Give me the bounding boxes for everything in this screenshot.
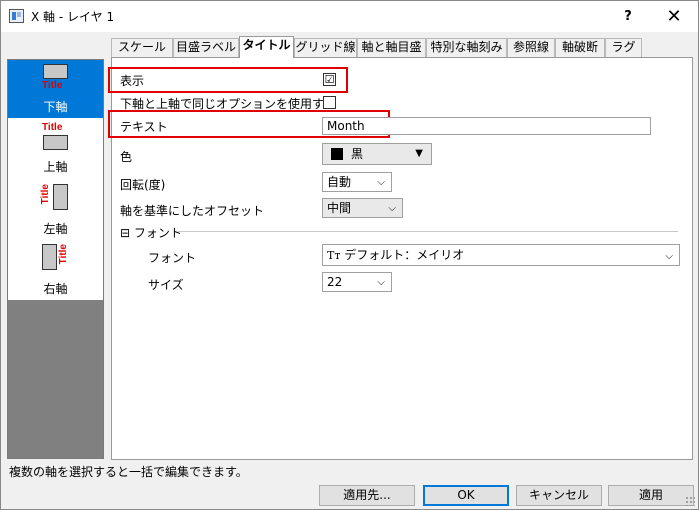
size-value: 22 (327, 275, 343, 289)
status-text: 複数の軸を選択すると一括で編集できます。 (9, 465, 248, 479)
close-button[interactable]: ✕ (651, 1, 697, 32)
color-dropdown[interactable]: 黒 ▼ (322, 143, 432, 165)
tab-grid-lines[interactable]: グリッド線 (294, 38, 357, 57)
chevron-down-icon: ⌵ (388, 203, 396, 214)
font-value: デフォルト：メイリオ (344, 248, 465, 262)
apply-to-button[interactable]: 適用先... (319, 485, 415, 506)
tab-reference-lines[interactable]: 参照線 (507, 38, 555, 57)
chevron-down-icon: ⌵ (377, 277, 385, 288)
axis-label-left: 左軸 (43, 222, 68, 236)
tab-special-ticks[interactable]: 特別な軸刻み (426, 38, 507, 57)
font-label: フォント (148, 251, 197, 265)
color-swatch (331, 148, 343, 160)
tab-line-ticks[interactable]: 軸と軸目盛 (357, 38, 426, 57)
axis-label-top: 上軸 (43, 160, 68, 174)
apply-button[interactable]: 適用 (608, 485, 694, 506)
tab-title[interactable]: タイトル (239, 36, 294, 58)
dialog-window: X 軸 - レイヤ 1 ? ✕ スケール 目盛ラベル タイトル グリッド線 軸と… (0, 0, 699, 510)
right-axis-icon: Title (40, 242, 72, 276)
cancel-button[interactable]: キャンセル (516, 485, 602, 506)
offset-dropdown[interactable]: 中間 ⌵ (322, 198, 403, 218)
axis-item-left[interactable]: Title 左軸 (8, 180, 103, 238)
title-bar: X 軸 - レイヤ 1 ? ✕ (1, 1, 698, 32)
axis-label-right: 右軸 (43, 282, 68, 296)
axis-item-bottom[interactable]: Title 下軸 (8, 60, 103, 118)
tab-rug[interactable]: ラグ (605, 38, 642, 57)
font-group-label: フォント (133, 226, 182, 240)
size-label: サイズ (148, 278, 184, 292)
axis-label-bottom: 下軸 (43, 100, 68, 114)
font-group-header[interactable]: ⊟ フォント (120, 224, 182, 241)
chevron-down-icon: ⌵ (665, 251, 673, 262)
left-axis-icon: Title (40, 182, 72, 216)
window-title: X 軸 - レイヤ 1 (31, 10, 115, 24)
rotation-value: 自動 (327, 175, 352, 189)
font-dropdown[interactable]: Tт デフォルト：メイリオ ⌵ (322, 244, 680, 266)
app-icon (9, 9, 24, 23)
axis-list: Title 下軸 Title 上軸 Title 左軸 Title 右軸 (8, 60, 103, 300)
offset-value: 中間 (327, 201, 352, 215)
show-checkbox[interactable]: ☑ (323, 73, 336, 86)
bottom-axis-icon: Title (41, 62, 71, 94)
top-axis-icon: Title (41, 122, 71, 154)
axis-selector-panel: Title 下軸 Title 上軸 Title 左軸 Title 右軸 (7, 59, 104, 459)
color-label: 色 (120, 150, 133, 164)
axis-item-right[interactable]: Title 右軸 (8, 240, 103, 298)
show-label: 表示 (120, 74, 145, 88)
axis-item-top[interactable]: Title 上軸 (8, 120, 103, 178)
collapse-icon: ⊟ (120, 226, 131, 240)
resize-grip-icon[interactable] (685, 496, 695, 506)
tab-breaks[interactable]: 軸破断 (555, 38, 605, 57)
group-divider (178, 231, 678, 232)
help-button[interactable]: ? (605, 1, 651, 32)
chevron-down-icon: ⌵ (377, 177, 385, 188)
title-tab-panel: 表示 ☑ 下軸と上軸で同じオプションを使用する テキスト Month 色 黒 ▼… (108, 57, 693, 460)
offset-label: 軸を基準にしたオフセット (120, 204, 265, 218)
font-icon: Tт (327, 249, 341, 262)
chevron-down-icon: ▼ (415, 148, 423, 159)
title-text-input[interactable]: Month (322, 117, 651, 135)
same-option-checkbox[interactable] (323, 96, 336, 109)
tab-scale[interactable]: スケール (111, 38, 173, 57)
text-label: テキスト (120, 120, 168, 134)
tab-tick-labels[interactable]: 目盛ラベル (173, 38, 239, 57)
rotation-dropdown[interactable]: 自動 ⌵ (322, 172, 392, 192)
rotation-label: 回転(度) (120, 178, 166, 192)
size-dropdown[interactable]: 22 ⌵ (322, 272, 392, 292)
color-value: 黒 (351, 147, 364, 161)
ok-button[interactable]: OK (423, 485, 509, 506)
